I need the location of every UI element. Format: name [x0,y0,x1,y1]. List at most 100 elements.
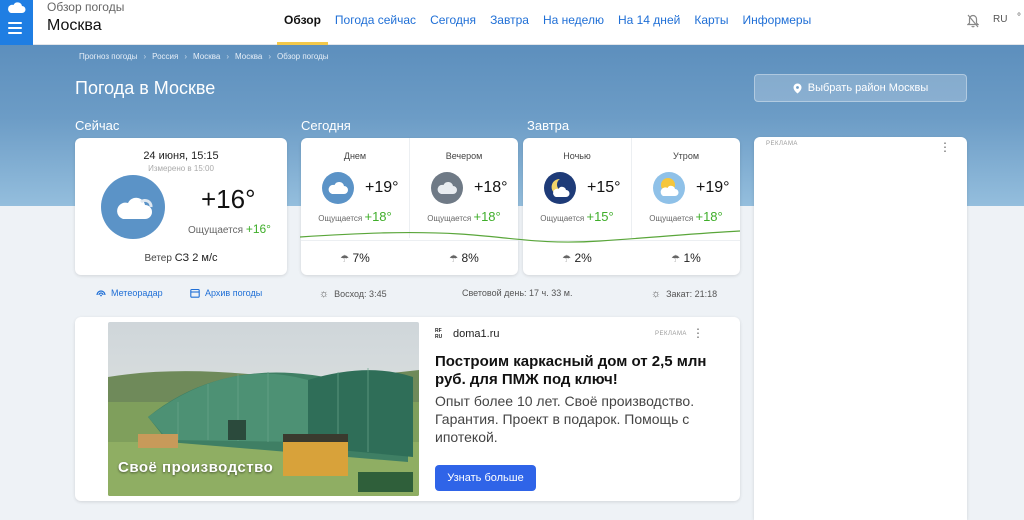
tab-informers[interactable]: Информеры [736,0,819,45]
menu-button[interactable] [0,0,33,45]
current-date: 24 июня, 15:15 [143,150,219,162]
wind-value: СЗ 2 м/с [174,252,218,264]
archive-label: Архив погоды [205,288,263,298]
breadcrumb-item[interactable]: Москва [193,52,220,61]
wind-label: Ветер [144,253,172,264]
breadcrumb-item[interactable]: Москва [235,52,262,61]
tab-today[interactable]: Сегодня [423,0,483,45]
precipitation-value: 2% [574,251,592,265]
choose-district-button[interactable]: Выбрать район Москвы [754,74,967,102]
hamburger-icon [8,22,22,37]
tab-week[interactable]: На неделю [536,0,611,45]
precipitation-value: 1% [683,251,701,265]
period-label: Утром [672,151,700,161]
tab-overview[interactable]: Обзор [277,0,328,45]
feels-like-label: Ощущается [540,214,585,223]
brand-logo: RF RU [435,328,443,340]
period-label: Ночью [563,151,591,161]
chevron-right-icon: › [226,52,230,61]
ad-tag: РЕКЛАМА [655,331,687,337]
tomorrow-morning-column: Утром +19° Ощущается +18° ☂ 1% [632,138,740,275]
bell-off-icon[interactable] [967,14,979,28]
current-weather-card[interactable]: 24 июня, 15:15 Измерено в 15:00 +16° Ощу… [75,138,287,275]
period-temperature: +18° [474,179,508,196]
sunset-icon: ☼ [651,288,662,300]
precipitation-chance: ☂ 1% [632,251,740,265]
ad-domain[interactable]: doma1.ru [453,328,499,340]
choose-district-label: Выбрать район Москвы [807,82,929,94]
feels-like-label: Ощущается [318,214,363,223]
breadcrumb-item: Обзор погоды [277,52,329,61]
ad-tag: РЕКЛАМА [766,141,798,147]
sunrise-icon: ☼ [319,288,330,300]
precipitation-chance: ☂ 2% [523,251,631,265]
feels-like-value: +18° [695,209,723,224]
side-ad-banner[interactable]: РЕКЛАМА ⋮ [754,137,967,520]
page-title: Погода в Москве [75,78,216,98]
feels-like-label: Ощущается [188,225,244,236]
period-feels-like: Ощущается +15° [523,209,631,224]
today-forecast-card[interactable]: Днем +19° Ощущается +18° ☂ 7% Вечером +1… [301,138,518,275]
period-temperature: +19° [696,179,730,196]
feels-like-value: +18° [364,209,392,224]
main-ad-banner[interactable]: Своё производство RF RU doma1.ru РЕКЛАМА… [75,317,740,501]
period-feels-like: Ощущается +18° [410,209,518,224]
more-options-icon[interactable]: ⋮ [939,140,951,154]
more-options-icon[interactable]: ⋮ [692,326,704,340]
precipitation-value: 7% [352,251,370,265]
top-bar: Обзор погоды Москва Обзор Погода сейчас … [0,0,1024,45]
chevron-right-icon: › [184,52,188,61]
sun-cloud-icon [653,172,685,204]
umbrella-icon: ☂ [340,254,350,265]
moon-cloud-icon [544,172,576,204]
temperature-trend-line [300,230,740,243]
tab-weather-now[interactable]: Погода сейчас [328,0,423,45]
period-label: Вечером [445,151,483,161]
period-temperature: +15° [587,179,621,196]
tomorrow-forecast-card[interactable]: Ночью +15° Ощущается +15° ☂ 2% Утром +19… [523,138,740,275]
unit-switch[interactable]: ° [1017,12,1021,23]
section-tomorrow-title: Завтра [527,118,570,133]
radar-icon [96,290,106,297]
current-wind: Ветер СЗ 2 м/с [75,252,287,264]
tab-maps[interactable]: Карты [687,0,735,45]
sunrise-value: Восход: 3:45 [334,289,387,299]
breadcrumb-item[interactable]: Прогноз погоды [79,52,137,61]
chevron-right-icon: › [143,52,147,61]
breadcrumb-item[interactable]: Россия [152,52,178,61]
section-now-title: Сейчас [75,118,120,133]
measured-time: Измерено в 15:00 [148,164,214,173]
main-nav: Обзор Погода сейчас Сегодня Завтра На не… [277,0,818,45]
radar-label: Метеорадар [111,288,163,298]
archive-link[interactable]: Архив погоды [190,288,262,298]
cloudy-icon [322,172,354,204]
language-switch[interactable]: RU [993,14,1007,25]
period-temperature: +19° [365,179,399,196]
tab-tomorrow[interactable]: Завтра [483,0,536,45]
learn-more-button[interactable]: Узнать больше [435,465,536,491]
sunrise-info: ☼ Восход: 3:45 [319,288,387,300]
umbrella-icon: ☂ [562,254,572,265]
daylight-info: Световой день: 17 ч. 33 м. [462,288,572,298]
umbrella-icon: ☂ [671,254,681,265]
sunset-info: ☼ Закат: 21:18 [651,288,717,300]
precipitation-chance: ☂ 7% [301,251,409,265]
precipitation-chance: ☂ 8% [410,251,518,265]
cloud-logo-icon [8,2,26,14]
ad-photo[interactable]: Своё производство [108,322,419,496]
radar-link[interactable]: Метеорадар [96,288,163,298]
umbrella-icon: ☂ [449,254,459,265]
feels-like-value: +18° [473,209,501,224]
today-day-column: Днем +19° Ощущается +18° ☂ 7% [301,138,409,275]
header-city[interactable]: Москва [47,17,102,35]
ad-body: Опыт более 10 лет. Своё производство. Га… [435,393,695,445]
ad-photo-caption: Своё производство [118,459,274,476]
map-pin-icon [793,83,802,93]
ad-headline[interactable]: Построим каркасный дом от 2,5 млн руб. д… [435,353,725,389]
sunset-value: Закат: 21:18 [666,289,718,299]
breadcrumb: Прогноз погоды › Россия › Москва › Москва › … [79,52,329,61]
current-feels-like: Ощущается +16° [188,222,271,236]
period-label: Днем [343,151,367,161]
period-feels-like: Ощущается +18° [632,209,740,224]
tab-14-days[interactable]: На 14 дней [611,0,687,45]
